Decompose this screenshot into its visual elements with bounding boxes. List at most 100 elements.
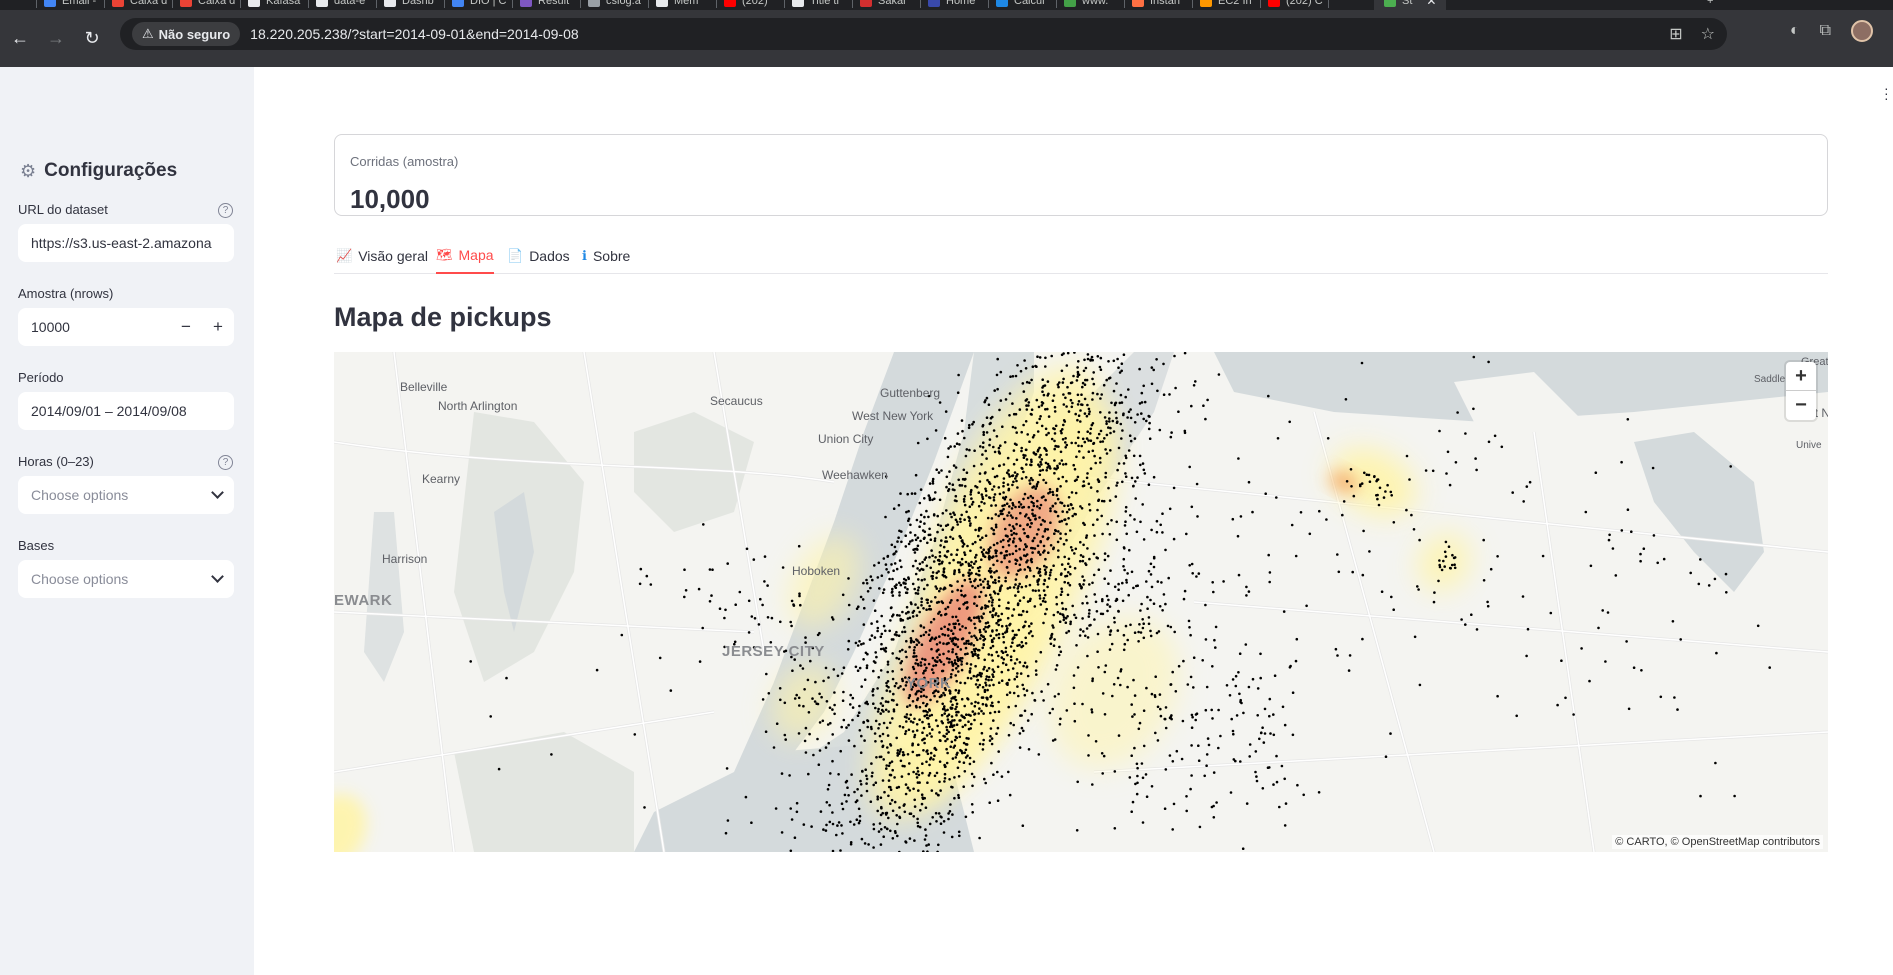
security-indicator[interactable]: ⚠ Não seguro [132,22,241,46]
pickup-point [1152,556,1156,560]
tab-dados[interactable]: 📄 Dados [507,238,570,274]
pickup-point [911,611,915,614]
extensions-puzzle-icon[interactable]: ⧉ [1820,22,1831,40]
pickup-point [948,561,951,565]
pickup-point [922,749,925,752]
pickup-point [1572,713,1575,716]
pickup-point [978,683,981,687]
pickup-point [893,552,896,555]
browser-tab[interactable]: Instan [1132,0,1180,10]
pickup-point [960,557,964,561]
pickup-point [925,734,929,737]
browser-tab[interactable]: Home [928,0,975,10]
pickup-point [1242,711,1245,715]
pickup-point [757,623,761,626]
pickup-point [954,643,958,646]
reload-button[interactable]: ↻ [74,21,110,57]
pickup-point [932,758,935,761]
browser-tab[interactable]: EC2 In [1200,0,1252,10]
browser-tab[interactable]: (202) [724,0,768,10]
pickup-point [956,599,959,602]
pickup-point [1348,654,1352,657]
pickup-map[interactable]: Belleville North Arlington Secaucus Gutt… [334,352,1828,852]
hours-multiselect[interactable]: Choose options [18,476,234,514]
close-tab-icon[interactable]: ✕ [1426,0,1436,8]
pickup-point [1045,607,1048,611]
pickup-point [1150,585,1154,589]
pickup-point [1002,491,1005,494]
browser-tab[interactable]: St ✕ [1374,0,1447,10]
pickup-point [847,639,851,643]
pickup-point [1031,634,1034,638]
browser-tab[interactable]: Email - [44,0,96,10]
browser-tab[interactable]: Mem [656,0,698,10]
browser-tab[interactable]: DIO | C [452,0,506,10]
translate-icon[interactable]: ⊞ [1669,24,1682,44]
pickup-point [1062,423,1065,427]
pickup-point [943,586,946,589]
pickup-point [1360,361,1364,365]
decrement-button[interactable]: − [170,308,202,346]
pickup-point [799,603,802,607]
browser-tab[interactable]: csiog.a [588,0,641,10]
pickup-point [935,576,938,580]
chevron-down-icon[interactable] [211,486,224,499]
period-date-input[interactable]: 2014/09/01 – 2014/09/08 [18,392,234,430]
pickup-point [1029,569,1032,572]
sample-value[interactable]: 10000 [31,319,70,335]
pickup-point [909,531,912,534]
browser-tab[interactable]: Dashb [384,0,434,10]
pickup-point [997,514,1000,518]
increment-button[interactable]: + [202,308,234,346]
main-menu-icon[interactable]: · · · [1884,81,1889,105]
browser-tab[interactable]: Caixa d [180,0,235,10]
new-tab-button[interactable]: + [1707,0,1713,10]
tab-mapa[interactable]: 🗺 Mapa [436,238,494,274]
browser-tab[interactable]: Result [520,0,569,10]
pickup-point [1015,443,1018,446]
zoom-in-button[interactable]: + [1786,362,1816,391]
back-button[interactable]: ← [2,21,38,57]
extension-icon[interactable]: ◐ [1790,22,1800,40]
pickup-point [1045,453,1048,456]
help-icon[interactable]: ? [218,455,233,470]
pickup-point [945,475,949,479]
pickup-point [907,717,911,721]
browser-tab[interactable]: Calcul [996,0,1045,10]
pickup-point [978,707,981,710]
pickup-point [1124,395,1127,399]
browser-tab[interactable]: data-e [316,0,365,10]
dataset-url-input[interactable]: https://s3.us-east-2.amazona [18,224,234,262]
browser-tab[interactable]: (202) C [1268,0,1323,10]
browser-tab[interactable]: Caixa d [112,0,167,10]
tab-visao-geral[interactable]: 📈 Visão geral [336,238,428,274]
pickup-point [1072,674,1076,677]
sample-stepper[interactable]: 10000 − + [18,308,234,346]
pickup-point [1059,501,1062,504]
chevron-down-icon[interactable] [211,570,224,583]
pickup-point [784,738,787,741]
help-icon[interactable]: ? [218,203,233,218]
url-text[interactable]: 18.220.205.238/?start=2014-09-01&end=201… [250,26,579,42]
browser-tab[interactable]: Sakai [860,0,906,10]
bases-multiselect[interactable]: Choose options [18,560,234,598]
tab-sobre[interactable]: ℹ Sobre [582,238,630,274]
pickup-point [1337,570,1341,574]
forward-button[interactable]: → [38,21,74,57]
pickup-point [862,581,865,585]
pickup-point [993,710,997,714]
profile-avatar[interactable] [1851,20,1873,42]
pickup-point [1099,356,1103,360]
map-canvas[interactable] [334,352,1828,852]
pickup-point [1676,708,1679,711]
bookmark-star-icon[interactable]: ☆ [1701,24,1715,44]
zoom-out-button[interactable]: − [1786,391,1816,420]
pickup-point [1108,648,1112,651]
browser-tab[interactable]: www. [1064,0,1108,10]
browser-tab[interactable]: Kafasa [248,0,300,10]
pickup-point [1050,354,1053,358]
pickup-point [918,705,922,709]
browser-tab[interactable]: Title ti [792,0,839,10]
address-bar[interactable]: ⚠ Não seguro 18.220.205.238/?start=2014-… [120,18,1727,50]
pickup-point [901,726,905,729]
